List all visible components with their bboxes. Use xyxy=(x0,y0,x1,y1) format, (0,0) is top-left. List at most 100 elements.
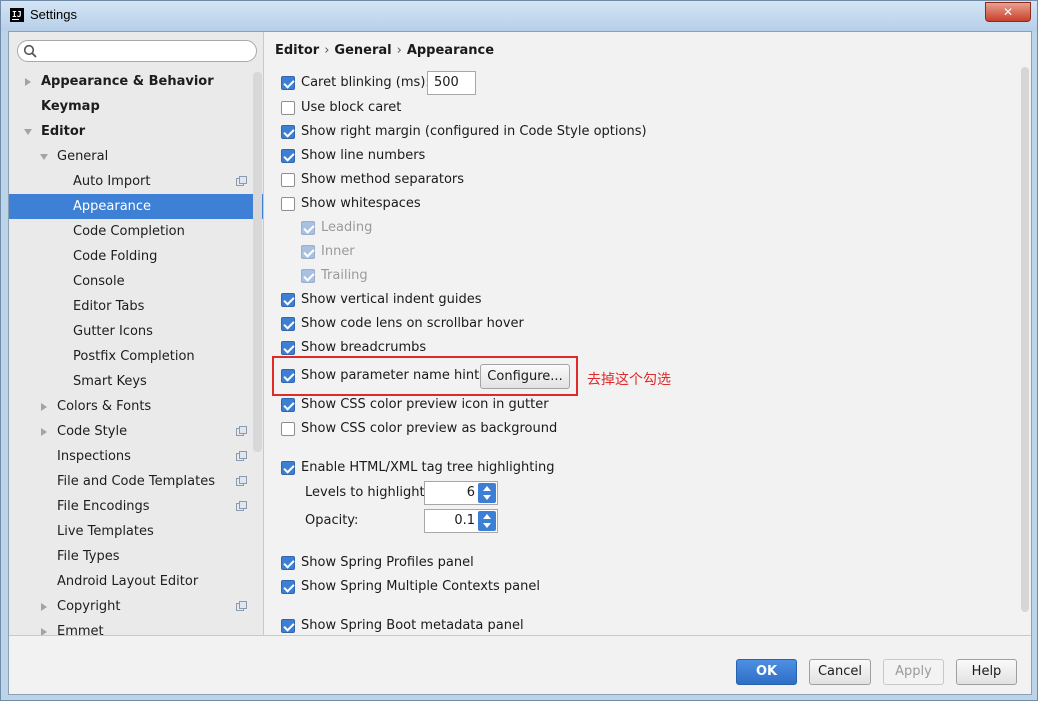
collapse-arrow-icon[interactable] xyxy=(40,154,48,160)
opacity-spinner-buttons[interactable] xyxy=(478,511,496,531)
sidebar-item-code-style[interactable]: Code Style xyxy=(9,419,263,444)
search-input[interactable] xyxy=(40,43,250,59)
sidebar-item-label: Colors & Fonts xyxy=(57,399,152,414)
sidebar-item-postfix-completion[interactable]: Postfix Completion xyxy=(9,344,263,369)
sidebar-item-auto-import[interactable]: Auto Import xyxy=(9,169,263,194)
css-color-icon-checkbox[interactable] xyxy=(281,398,295,412)
opacity-value[interactable]: 0.1 xyxy=(454,510,475,532)
sidebar-item-live-templates[interactable]: Live Templates xyxy=(9,519,263,544)
annotation-text: 去掉这个勾选 xyxy=(587,372,671,388)
help-button[interactable]: Help xyxy=(956,659,1017,685)
cancel-button[interactable]: Cancel xyxy=(809,659,871,685)
sidebar-item-label: Keymap xyxy=(41,99,100,114)
sidebar-item-file-encodings[interactable]: File Encodings xyxy=(9,494,263,519)
sidebar-scrollbar[interactable] xyxy=(253,72,262,452)
apply-button[interactable]: Apply xyxy=(883,659,944,685)
sidebar-item-editor-tabs[interactable]: Editor Tabs xyxy=(9,294,263,319)
spring-contexts-label: Show Spring Multiple Contexts panel xyxy=(301,579,540,594)
spring-boot-checkbox[interactable] xyxy=(281,619,295,633)
project-scope-icon xyxy=(236,451,247,461)
sidebar-item-label: Auto Import xyxy=(73,174,151,189)
sidebar-item-file-code-templates[interactable]: File and Code Templates xyxy=(9,469,263,494)
configure-button[interactable]: Configure... xyxy=(480,364,570,389)
sidebar-item-label: Emmet xyxy=(57,624,104,635)
sidebar-item-code-completion[interactable]: Code Completion xyxy=(9,219,263,244)
title-bar: IJ Settings ✕ xyxy=(1,1,1037,31)
levels-value[interactable]: 6 xyxy=(467,482,475,504)
ok-button[interactable]: OK xyxy=(736,659,797,685)
show-param-hints-checkbox[interactable] xyxy=(281,369,295,383)
sidebar-item-general[interactable]: General xyxy=(9,144,263,169)
levels-spinner[interactable]: 6 xyxy=(424,481,498,505)
sidebar-item-label: Code Completion xyxy=(73,224,185,239)
sidebar-item-label: Inspections xyxy=(57,449,131,464)
spring-profiles-label: Show Spring Profiles panel xyxy=(301,555,474,570)
show-code-lens-checkbox[interactable] xyxy=(281,317,295,331)
sidebar-item-label: Console xyxy=(73,274,125,289)
expand-arrow-icon[interactable] xyxy=(41,603,47,611)
sidebar-item-label: Editor Tabs xyxy=(73,299,145,314)
trailing-checkbox xyxy=(301,269,315,283)
sidebar-item-label: Gutter Icons xyxy=(73,324,153,339)
sidebar-item-keymap[interactable]: Keymap xyxy=(9,94,263,119)
sidebar-item-smart-keys[interactable]: Smart Keys xyxy=(9,369,263,394)
sidebar-item-colors-fonts[interactable]: Colors & Fonts xyxy=(9,394,263,419)
show-method-separators-checkbox[interactable] xyxy=(281,173,295,187)
breadcrumb-separator: › xyxy=(324,43,330,58)
spinner-down-icon[interactable] xyxy=(483,523,491,528)
caret-blinking-checkbox[interactable] xyxy=(281,76,295,90)
sidebar-item-label: Smart Keys xyxy=(73,374,147,389)
show-indent-guides-label: Show vertical indent guides xyxy=(301,292,482,307)
spring-profiles-checkbox[interactable] xyxy=(281,556,295,570)
sidebar-item-gutter-icons[interactable]: Gutter Icons xyxy=(9,319,263,344)
inner-label: Inner xyxy=(321,244,355,259)
sidebar-item-appearance-behavior[interactable]: Appearance & Behavior xyxy=(9,69,263,94)
show-line-numbers-checkbox[interactable] xyxy=(281,149,295,163)
expand-arrow-icon[interactable] xyxy=(41,403,47,411)
spinner-down-icon[interactable] xyxy=(483,495,491,500)
sidebar-item-label: Live Templates xyxy=(57,524,154,539)
show-breadcrumbs-checkbox[interactable] xyxy=(281,341,295,355)
spinner-up-icon[interactable] xyxy=(483,486,491,491)
show-right-margin-label: Show right margin (configured in Code St… xyxy=(301,124,647,139)
show-indent-guides-checkbox[interactable] xyxy=(281,293,295,307)
collapse-arrow-icon[interactable] xyxy=(24,129,32,135)
sidebar-item-emmet[interactable]: Emmet xyxy=(9,619,263,635)
opacity-spinner[interactable]: 0.1 xyxy=(424,509,498,533)
spring-contexts-checkbox[interactable] xyxy=(281,580,295,594)
breadcrumb-general: General xyxy=(334,43,392,58)
sidebar-item-android-layout-editor[interactable]: Android Layout Editor xyxy=(9,569,263,594)
sidebar-item-label: Editor xyxy=(41,124,86,139)
css-color-bg-checkbox[interactable] xyxy=(281,422,295,436)
spring-boot-label: Show Spring Boot metadata panel xyxy=(301,618,524,633)
tag-tree-checkbox[interactable] xyxy=(281,461,295,475)
sidebar-item-appearance[interactable]: Appearance xyxy=(9,194,263,219)
expand-arrow-icon[interactable] xyxy=(25,78,31,86)
search-box[interactable] xyxy=(17,40,257,62)
project-scope-icon xyxy=(236,601,247,611)
caret-blinking-ms-input[interactable]: 500 xyxy=(427,71,476,95)
use-block-caret-checkbox[interactable] xyxy=(281,101,295,115)
expand-arrow-icon[interactable] xyxy=(41,628,47,635)
sidebar-item-console[interactable]: Console xyxy=(9,269,263,294)
show-whitespaces-label: Show whitespaces xyxy=(301,196,421,211)
levels-spinner-buttons[interactable] xyxy=(478,483,496,503)
breadcrumb-editor: Editor xyxy=(275,43,320,58)
spinner-up-icon[interactable] xyxy=(483,514,491,519)
content-scrollbar[interactable] xyxy=(1021,67,1029,612)
expand-arrow-icon[interactable] xyxy=(41,428,47,436)
sidebar-item-editor[interactable]: Editor xyxy=(9,119,263,144)
breadcrumb-appearance: Appearance xyxy=(406,43,495,58)
sidebar-item-inspections[interactable]: Inspections xyxy=(9,444,263,469)
sidebar-item-file-types[interactable]: File Types xyxy=(9,544,263,569)
sidebar-item-copyright[interactable]: Copyright xyxy=(9,594,263,619)
trailing-label: Trailing xyxy=(321,268,368,283)
inner-checkbox xyxy=(301,245,315,259)
show-whitespaces-checkbox[interactable] xyxy=(281,197,295,211)
show-right-margin-checkbox[interactable] xyxy=(281,125,295,139)
breadcrumb: Editor › General › Appearance xyxy=(275,43,494,58)
sidebar-item-code-folding[interactable]: Code Folding xyxy=(9,244,263,269)
settings-sidebar: Appearance & Behavior Keymap Editor Gene… xyxy=(9,32,264,635)
close-button[interactable]: ✕ xyxy=(985,2,1031,22)
sidebar-item-label: Code Folding xyxy=(73,249,158,264)
